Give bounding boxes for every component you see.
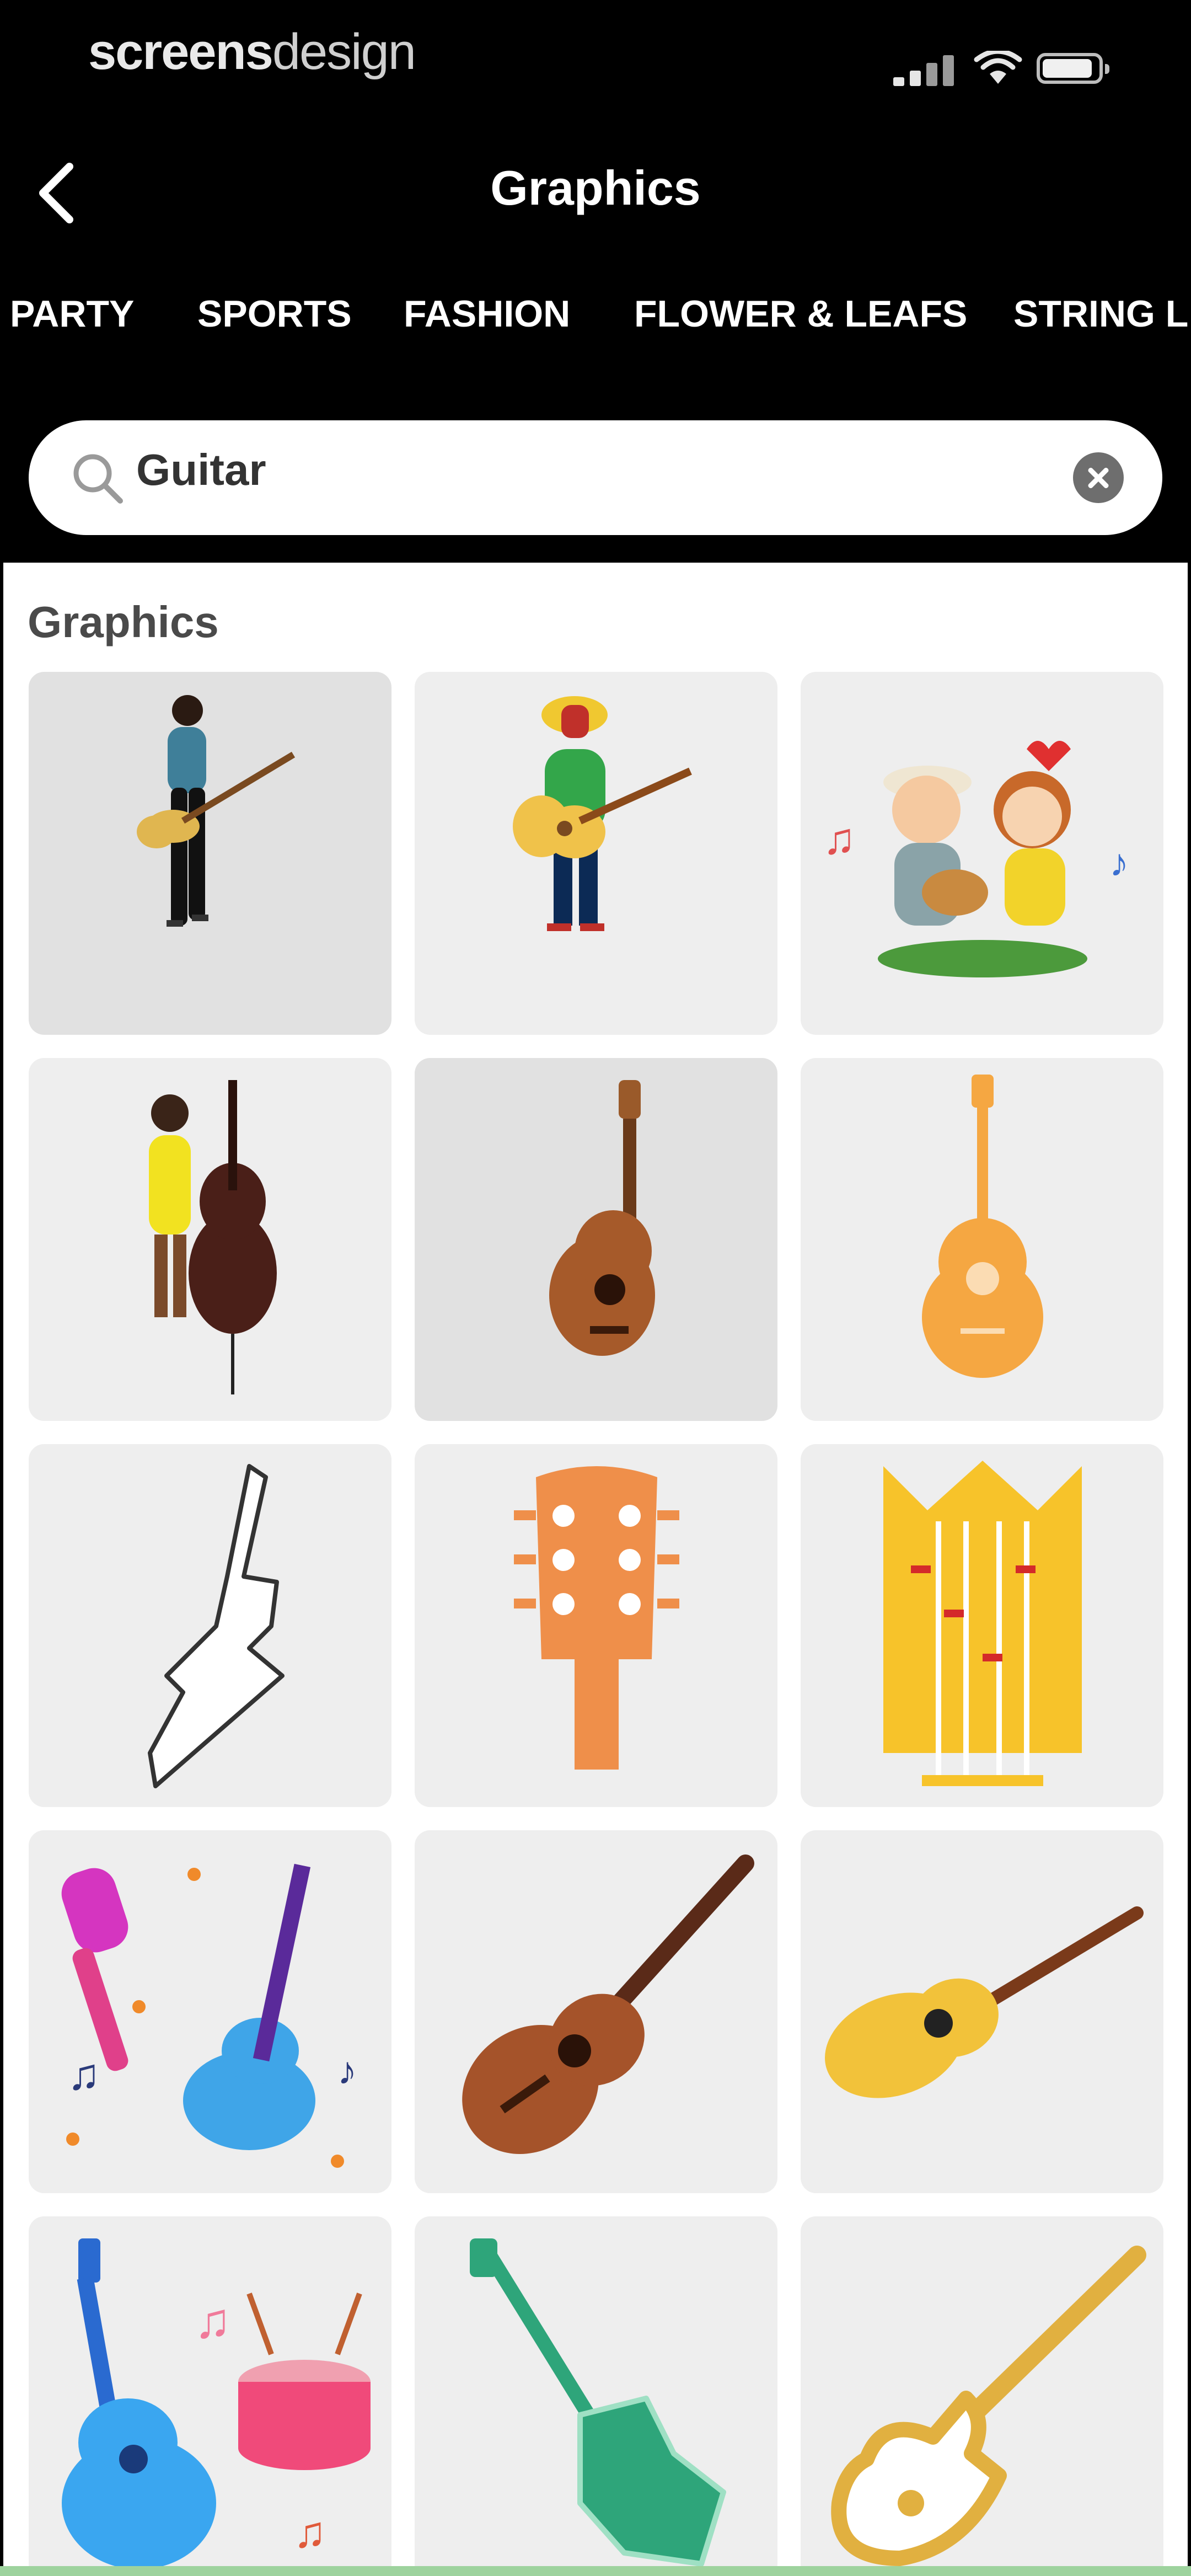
svg-text:♪: ♪ (337, 2049, 357, 2092)
app-screen: screensdesign Graphics PARTY SPORTS FASH… (0, 0, 1191, 2576)
tab-sports[interactable]: SPORTS (197, 292, 352, 335)
couple-playing-guitar-icon: ♫ ♪ (823, 741, 1129, 977)
status-bar: screensdesign (0, 0, 1191, 116)
wifi-icon (974, 51, 1022, 84)
tab-fashion[interactable]: FASHION (404, 292, 570, 335)
svg-text:♫: ♫ (823, 814, 856, 863)
page-title: Graphics (490, 161, 701, 215)
battery-icon (1037, 53, 1109, 84)
graphic-tile[interactable]: ♫ ♪ (29, 1830, 391, 2193)
woman-with-double-bass-icon (149, 1080, 277, 1394)
orange-acoustic-guitar-icon (922, 1075, 1043, 1378)
graphic-tile[interactable]: ♫ ♪ (801, 672, 1163, 1035)
tab-string-lights[interactable]: STRING L (1013, 292, 1188, 335)
graphic-tile[interactable] (29, 672, 391, 1035)
svg-text:♫: ♫ (67, 2050, 100, 2099)
carrier-light-text: design (272, 24, 416, 80)
search-input[interactable]: Guitar (29, 420, 1162, 535)
signal-icon (893, 53, 954, 86)
graphic-tile[interactable] (415, 1058, 777, 1421)
guitar-headstock-icon (514, 1466, 679, 1770)
graphic-tile[interactable] (415, 672, 777, 1035)
graphic-tile[interactable] (801, 1058, 1163, 1421)
search-icon (73, 454, 123, 504)
graphic-tile[interactable]: ♫ ♫ (29, 2216, 391, 2576)
guitarist-photo-icon (137, 695, 296, 927)
graphic-tile[interactable] (415, 1830, 777, 2193)
microphone-and-guitar-icon: ♫ ♪ (61, 1863, 357, 2168)
category-tabs: PARTY SPORTS FASHION FLOWER & LEAFS STRI… (0, 292, 1191, 348)
graphics-panel: Graphics ♫ ♪ ♫ ♪ ♫ ♫ (3, 563, 1188, 2576)
graphic-tile[interactable] (801, 1830, 1163, 2193)
tab-party[interactable]: PARTY (10, 292, 134, 335)
clear-search-icon[interactable] (1073, 452, 1124, 503)
svg-text:♫: ♫ (293, 2508, 326, 2557)
search-value: Guitar (136, 445, 266, 494)
bottom-edge-strip (0, 2566, 1191, 2576)
svg-text:♪: ♪ (1109, 841, 1129, 884)
carrier-bold-text: screens (88, 24, 273, 80)
guitar-and-drum-icon: ♫ ♫ (62, 2238, 371, 2569)
graphic-tile[interactable] (801, 1444, 1163, 1807)
graphic-tile[interactable] (801, 2216, 1163, 2576)
brown-acoustic-guitar-icon (462, 1854, 754, 2154)
gold-electric-guitar-icon (831, 2246, 1146, 2566)
yellow-guitar-icon (825, 1906, 1144, 2098)
graphic-tile[interactable] (29, 1444, 391, 1807)
guitar-headstock-crown-icon (883, 1461, 1082, 1786)
reggae-guitarist-icon (513, 696, 692, 931)
tab-flower-and-leafs[interactable]: FLOWER & LEAFS (634, 292, 967, 335)
graphic-tile[interactable] (415, 2216, 777, 2576)
svg-text:♫: ♫ (194, 2294, 232, 2349)
electric-guitar-outline-icon (148, 1464, 285, 1788)
green-electric-guitar-icon (470, 2238, 726, 2567)
graphic-tile[interactable] (29, 1058, 391, 1421)
graphic-tile[interactable] (415, 1444, 777, 1807)
section-title: Graphics (28, 597, 219, 646)
carrier-label: screensdesign (88, 23, 416, 81)
ukulele-photo-icon (549, 1080, 655, 1356)
